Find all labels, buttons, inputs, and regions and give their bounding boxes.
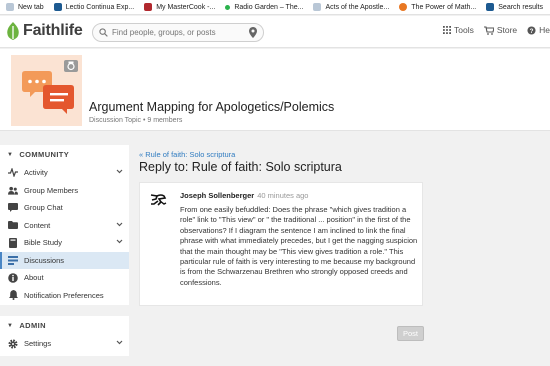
reply-post-card: Joseph Sollenberger 40 minutes ago From o… (139, 182, 423, 306)
search-input[interactable] (112, 28, 242, 37)
chevron-down-icon[interactable] (116, 222, 123, 227)
sidebar-item-label: Activity (24, 168, 48, 178)
header-nav: Tools Store ? Help (443, 25, 550, 35)
sidebar-item-label: Discussions (24, 255, 65, 265)
help-icon: ? (527, 25, 536, 34)
sidebar-item-label: Bible Study (24, 238, 62, 248)
tools-label: Tools (454, 25, 474, 35)
sidebar-item-bible-study[interactable]: Bible Study (0, 234, 129, 252)
post-body: From one easily befuddled: Does the phra… (180, 205, 418, 287)
sidebar-item-label: Settings (24, 339, 52, 349)
chevron-down-icon[interactable] (116, 239, 123, 244)
bible-icon (53, 3, 62, 11)
post-time: 40 minutes ago (257, 191, 309, 200)
post-button[interactable]: Post (397, 326, 424, 341)
page-icon (313, 3, 322, 11)
bookmark-mastercook[interactable]: My MasterCook -... (144, 3, 215, 11)
page-title: Reply to: Rule of faith: Solo scriptura (139, 160, 342, 174)
sidebar-item-group-chat[interactable]: Group Chat (0, 199, 129, 217)
breadcrumb-link[interactable]: « Rule of faith: Solo scriptura (139, 150, 235, 159)
bookmarks-bar: New tab Lectio Continua Exp... My Master… (0, 0, 550, 15)
community-header[interactable]: ▼ COMMUNITY (0, 145, 129, 164)
sidebar-item-label: Group Members (24, 185, 79, 195)
members-icon (8, 185, 18, 195)
sidebar-item-discussions[interactable]: Discussions (0, 251, 129, 269)
sidebar-item-group-members[interactable]: Group Members (0, 182, 129, 200)
bookmark-lectio[interactable]: Lectio Continua Exp... (53, 3, 134, 11)
info-icon (8, 272, 18, 283)
activity-icon (8, 168, 18, 178)
location-pin-icon[interactable] (249, 27, 257, 38)
sidebar-item-about[interactable]: About (0, 269, 129, 287)
bookmark-radio-garden[interactable]: Radio Garden – The... (225, 4, 303, 11)
store-link[interactable]: Store (483, 25, 518, 35)
admin-label: ADMIN (19, 321, 46, 330)
sidebar-item-content[interactable]: Content (0, 217, 129, 235)
help-label: Help (539, 25, 550, 35)
group-type: Discussion Topic (89, 117, 142, 124)
top-header: Faithlife Tools Store (0, 16, 550, 48)
gear-icon (8, 339, 18, 349)
sidebar-item-settings[interactable]: Settings (0, 335, 129, 353)
group-subtitle: Discussion Topic • 9 members (89, 117, 183, 124)
admin-header[interactable]: ▼ ADMIN (0, 316, 129, 335)
faithlife-logo[interactable]: Faithlife (6, 22, 83, 40)
sidebar-item-notification-preferences[interactable]: Notification Preferences (0, 287, 129, 305)
author-name[interactable]: Joseph Sollenberger (180, 191, 254, 200)
sidebar-admin: ▼ ADMIN Settings (0, 316, 129, 356)
store-label: Store (496, 25, 518, 35)
bookmark-new-tab[interactable]: New tab (6, 3, 44, 11)
page-icon (6, 3, 14, 11)
search-icon (99, 28, 108, 37)
search-bar[interactable] (92, 23, 264, 42)
tools-menu[interactable]: Tools (443, 25, 474, 35)
chevron-down-icon[interactable] (116, 340, 123, 345)
cook-icon (144, 3, 153, 11)
chat-icon (8, 203, 18, 213)
bookmark-search-results[interactable]: Search results (486, 3, 543, 11)
sidebar-item-label: About (24, 273, 44, 283)
bookmark-power-of-math[interactable]: The Power of Math... (399, 3, 476, 11)
collapse-triangle-icon: ▼ (7, 151, 14, 158)
faithlife-leaf-icon (7, 22, 19, 40)
avatar[interactable] (148, 192, 168, 208)
book-icon (8, 237, 18, 248)
bible-icon (486, 3, 495, 11)
help-link[interactable]: ? Help (527, 25, 550, 35)
orange-icon (399, 3, 408, 11)
community-label: COMMUNITY (19, 150, 70, 159)
chevron-down-icon[interactable] (116, 169, 123, 174)
group-title[interactable]: Argument Mapping for Apologetics/Polemic… (89, 100, 334, 114)
group-members-count[interactable]: 9 members (147, 117, 182, 124)
sidebar-item-label: Content (24, 220, 51, 230)
sidebar-item-label: Group Chat (24, 203, 63, 213)
group-image[interactable] (11, 55, 82, 126)
bookmark-acts[interactable]: Acts of the Apostle... (313, 3, 389, 11)
post-meta: Joseph Sollenberger 40 minutes ago (180, 191, 308, 200)
svg-text:?: ? (530, 27, 534, 34)
cart-icon (483, 25, 494, 35)
bell-icon (8, 290, 18, 301)
sidebar-item-label: Notification Preferences (24, 290, 104, 300)
camera-icon[interactable] (64, 60, 78, 72)
folder-icon (8, 220, 18, 230)
logo-text: Faithlife (23, 22, 83, 39)
sidebar-community: ▼ COMMUNITY Activity Group Members Group… (0, 145, 129, 305)
discussions-icon (8, 255, 18, 265)
collapse-triangle-icon: ▼ (7, 322, 14, 329)
group-banner: Argument Mapping for Apologetics/Polemic… (0, 49, 550, 131)
dot-icon (225, 4, 231, 10)
author-avatar-icon (150, 194, 167, 206)
sidebar-item-activity[interactable]: Activity (0, 164, 129, 182)
grid-icon (443, 26, 451, 34)
